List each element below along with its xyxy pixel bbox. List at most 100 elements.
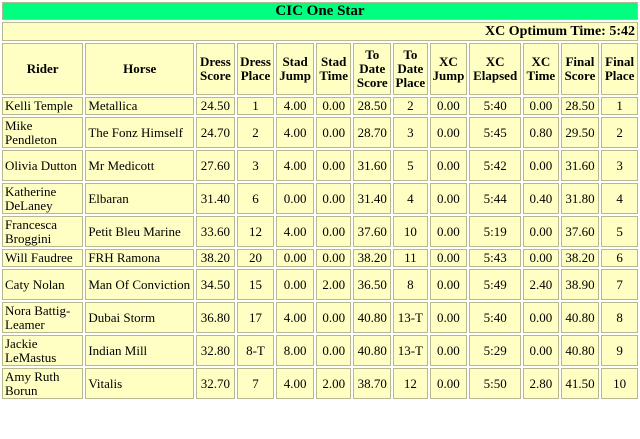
cell-xc-elapsed: 5:42 xyxy=(469,150,522,181)
cell-stad-jump: 8.00 xyxy=(276,335,314,366)
cell-xc-jump: 0.00 xyxy=(429,97,468,115)
cell-final-place: 10 xyxy=(601,368,638,399)
cell-final-score: 38.90 xyxy=(560,269,600,300)
cell-dress-place: 1 xyxy=(236,97,275,115)
table-row: Will Faudree FRH Ramona 38.20 20 0.00 0.00 38.… xyxy=(2,249,638,267)
cell-to-date-score: 40.80 xyxy=(353,302,392,333)
cell-dress-place: 6 xyxy=(236,183,275,214)
cell-dress-score: 24.70 xyxy=(196,117,235,148)
cell-final-place: 2 xyxy=(601,117,638,148)
cell-dress-score: 34.50 xyxy=(196,269,235,300)
cell-stad-jump: 0.00 xyxy=(276,269,314,300)
cell-stad-jump: 4.00 xyxy=(276,117,314,148)
cell-stad-time: 0.00 xyxy=(315,117,352,148)
cell-to-date-place: 13-T xyxy=(393,335,428,366)
cell-xc-elapsed: 5:49 xyxy=(469,269,522,300)
header-stad-jump: Stad Jump xyxy=(276,43,314,95)
cell-horse: The Fonz Himself xyxy=(85,117,195,148)
cell-xc-elapsed: 5:43 xyxy=(469,249,522,267)
cell-xc-elapsed: 5:44 xyxy=(469,183,522,214)
header-final-place: Final Place xyxy=(601,43,638,95)
cell-final-score: 31.80 xyxy=(560,183,600,214)
header-dress-place: Dress Place xyxy=(236,43,275,95)
header-to-date-score: To Date Score xyxy=(353,43,392,95)
cell-stad-jump: 4.00 xyxy=(276,302,314,333)
cell-to-date-place: 5 xyxy=(393,150,428,181)
header-stad-time: Stad Time xyxy=(315,43,352,95)
cell-to-date-place: 10 xyxy=(393,216,428,247)
cell-rider: Kelli Temple xyxy=(2,97,84,115)
cell-to-date-place: 4 xyxy=(393,183,428,214)
cell-xc-jump: 0.00 xyxy=(429,117,468,148)
cell-final-place: 5 xyxy=(601,216,638,247)
cell-stad-jump: 4.00 xyxy=(276,150,314,181)
cell-to-date-score: 36.50 xyxy=(353,269,392,300)
cell-stad-jump: 0.00 xyxy=(276,249,314,267)
cell-stad-jump: 4.00 xyxy=(276,216,314,247)
cell-xc-elapsed: 5:19 xyxy=(469,216,522,247)
cell-dress-place: 2 xyxy=(236,117,275,148)
cell-dress-score: 24.50 xyxy=(196,97,235,115)
cell-final-score: 41.50 xyxy=(560,368,600,399)
header-row: Rider Horse Dress Score Dress Place Stad… xyxy=(2,43,638,95)
cell-rider: Will Faudree xyxy=(2,249,84,267)
cell-xc-jump: 0.00 xyxy=(429,249,468,267)
cell-horse: Dubai Storm xyxy=(85,302,195,333)
header-rider: Rider xyxy=(2,43,84,95)
cell-final-place: 3 xyxy=(601,150,638,181)
cell-final-place: 8 xyxy=(601,302,638,333)
cell-to-date-score: 37.60 xyxy=(353,216,392,247)
cell-dress-score: 27.60 xyxy=(196,150,235,181)
cell-xc-time: 0.00 xyxy=(523,302,559,333)
cell-stad-jump: 4.00 xyxy=(276,368,314,399)
cell-xc-jump: 0.00 xyxy=(429,335,468,366)
cell-horse: Petit Bleu Marine xyxy=(85,216,195,247)
cell-rider: Jackie LeMastus xyxy=(2,335,84,366)
cell-rider: Francesca Broggini xyxy=(2,216,84,247)
cell-to-date-place: 13-T xyxy=(393,302,428,333)
cell-dress-score: 32.80 xyxy=(196,335,235,366)
cell-final-score: 40.80 xyxy=(560,335,600,366)
table-row: Jackie LeMastus Indian Mill 32.80 8-T 8.00 0.… xyxy=(2,335,638,366)
cell-xc-time: 0.00 xyxy=(523,216,559,247)
cell-rider: Caty Nolan xyxy=(2,269,84,300)
cell-dress-place: 3 xyxy=(236,150,275,181)
cell-to-date-score: 31.60 xyxy=(353,150,392,181)
results-body: Kelli Temple Metallica 24.50 1 4.00 0.00 28.50… xyxy=(2,97,638,399)
header-final-score: Final Score xyxy=(560,43,600,95)
header-horse: Horse xyxy=(85,43,195,95)
cell-final-score: 38.20 xyxy=(560,249,600,267)
cell-horse: Vitalis xyxy=(85,368,195,399)
cell-xc-time: 2.80 xyxy=(523,368,559,399)
cell-xc-elapsed: 5:50 xyxy=(469,368,522,399)
cell-rider: Nora Battig-Leamer xyxy=(2,302,84,333)
cell-to-date-score: 28.50 xyxy=(353,97,392,115)
cell-horse: FRH Ramona xyxy=(85,249,195,267)
cell-stad-time: 0.00 xyxy=(315,216,352,247)
cell-to-date-place: 2 xyxy=(393,97,428,115)
cell-final-place: 6 xyxy=(601,249,638,267)
cell-horse: Mr Medicott xyxy=(85,150,195,181)
cell-to-date-score: 38.20 xyxy=(353,249,392,267)
cell-dress-place: 12 xyxy=(236,216,275,247)
cell-dress-place: 17 xyxy=(236,302,275,333)
cell-final-score: 29.50 xyxy=(560,117,600,148)
cell-xc-jump: 0.00 xyxy=(429,216,468,247)
cell-horse: Indian Mill xyxy=(85,335,195,366)
cell-dress-score: 33.60 xyxy=(196,216,235,247)
cell-xc-time: 0.80 xyxy=(523,117,559,148)
cell-dress-score: 31.40 xyxy=(196,183,235,214)
cell-xc-jump: 0.00 xyxy=(429,150,468,181)
table-row: Katherine DeLaney Elbaran 31.40 6 0.00 0.00 31… xyxy=(2,183,638,214)
table-row: Nora Battig-Leamer Dubai Storm 36.80 17 4.00… xyxy=(2,302,638,333)
cell-dress-place: 7 xyxy=(236,368,275,399)
cell-stad-time: 0.00 xyxy=(315,183,352,214)
cell-final-score: 28.50 xyxy=(560,97,600,115)
header-xc-elapsed: XC Elapsed xyxy=(469,43,522,95)
header-dress-score: Dress Score xyxy=(196,43,235,95)
table-row: Caty Nolan Man Of Conviction 34.50 15 0.00 2.… xyxy=(2,269,638,300)
cell-to-date-score: 40.80 xyxy=(353,335,392,366)
cell-dress-place: 20 xyxy=(236,249,275,267)
cell-to-date-score: 31.40 xyxy=(353,183,392,214)
cell-final-score: 40.80 xyxy=(560,302,600,333)
